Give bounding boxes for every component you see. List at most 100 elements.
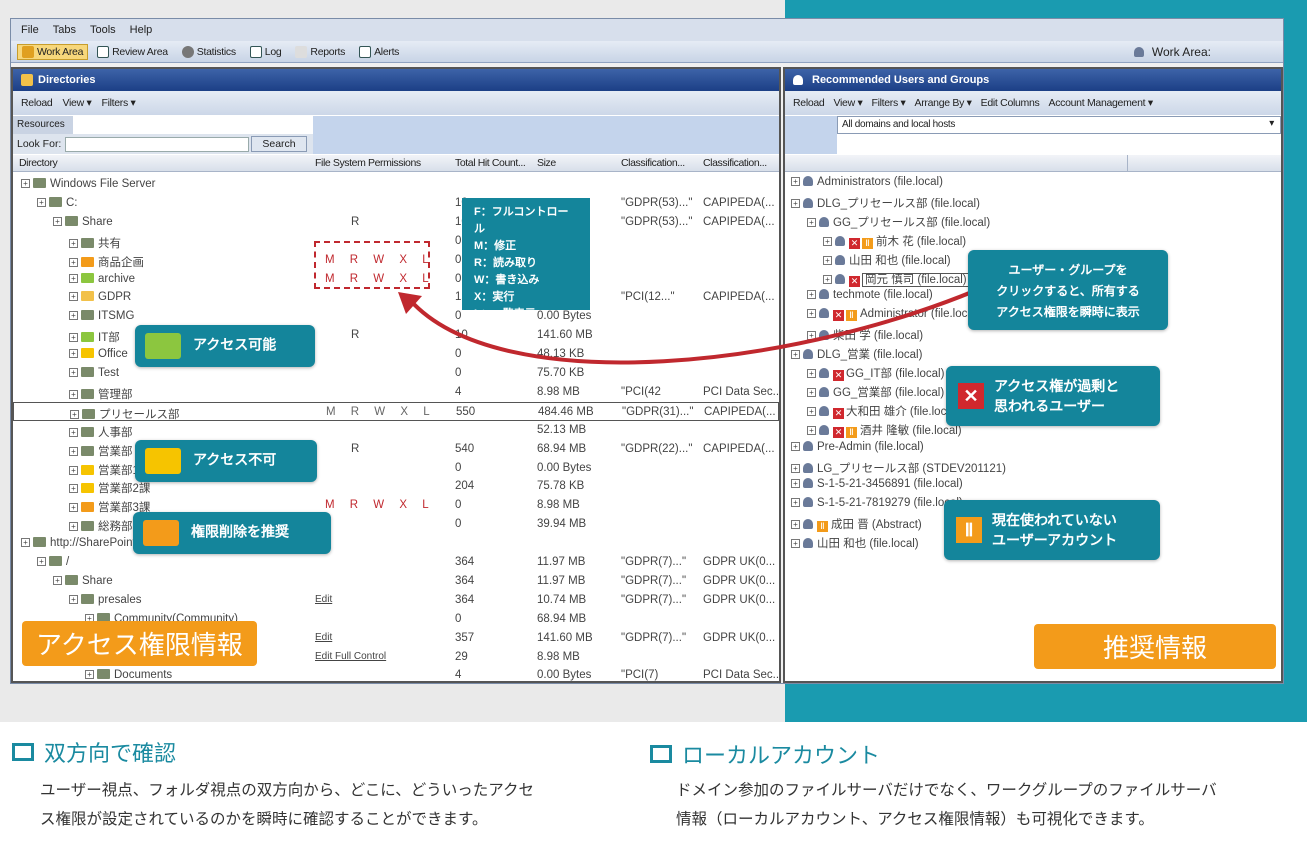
expand-icon[interactable]: +: [69, 522, 78, 532]
user-row[interactable]: + ✕ Ⅱ 前木 花 (file.local): [785, 230, 1281, 249]
directory-row[interactable]: + 総務部 0 39.94 MB: [13, 515, 779, 534]
expand-icon[interactable]: +: [69, 333, 78, 343]
reports-tab[interactable]: Reports: [290, 44, 350, 60]
edit-columns-button[interactable]: Edit Columns: [981, 97, 1040, 109]
directory-row[interactable]: +C:10"GDPR(53)..."CAPIPEDA(...: [13, 194, 779, 213]
expand-icon[interactable]: +: [37, 557, 46, 566]
expand-icon[interactable]: +: [69, 257, 78, 267]
column-header[interactable]: Size: [537, 157, 556, 169]
user-label: S-1-5-21-7819279 (file.local): [817, 497, 963, 510]
menu-file[interactable]: File: [21, 24, 39, 36]
cell-size: 39.94 MB: [537, 518, 587, 531]
expand-icon[interactable]: +: [791, 463, 800, 473]
heading-local-account: ローカルアカウント: [650, 738, 880, 770]
menu-tools[interactable]: Tools: [90, 24, 116, 36]
directory-row[interactable]: +/364 11.97 MB "GDPR(7)..." GDPR UK(0...: [13, 553, 779, 572]
user-label: 山田 和也 (file.local): [849, 254, 951, 267]
cell-c1: "GDPR(53)...": [621, 215, 693, 228]
directory-row[interactable]: + 営業部1課 0 0.00 Bytes: [13, 459, 779, 478]
expand-icon[interactable]: +: [53, 575, 62, 585]
lookfor-input[interactable]: [65, 136, 250, 152]
account-management-button[interactable]: Account Management ▾: [1049, 97, 1154, 109]
column-header[interactable]: File System Permissions: [315, 157, 421, 169]
expand-icon[interactable]: +: [69, 594, 78, 604]
expand-icon[interactable]: +: [807, 217, 816, 227]
directory-row[interactable]: + 人事部 52.13 MB: [13, 421, 779, 440]
directory-row[interactable]: + Documents 4 0.00 Bytes "PCI(7) PCI Data Sec…: [13, 666, 779, 681]
filters-button[interactable]: Filters ▾: [101, 97, 135, 109]
statistics-tab[interactable]: Statistics: [177, 44, 241, 60]
view-button[interactable]: View ▾: [833, 97, 862, 109]
directory-row[interactable]: + http://SharePoint: [13, 534, 779, 553]
expand-icon[interactable]: +: [791, 498, 800, 508]
expand-icon[interactable]: +: [69, 484, 78, 494]
directory-row[interactable]: + 営業部 R 540 68.94 MB "GDPR(22)..." CAPIPEDA(..…: [13, 440, 779, 459]
expand-icon[interactable]: +: [69, 273, 78, 283]
column-header[interactable]: Total Hit Count...: [455, 157, 526, 169]
column-header[interactable]: Classification...: [703, 157, 767, 169]
expand-icon[interactable]: +: [69, 349, 78, 359]
expand-icon[interactable]: +: [69, 311, 78, 321]
expand-icon[interactable]: +: [69, 292, 78, 302]
user-row[interactable]: + LG_プリセールス部 (STDEV201121): [785, 457, 1281, 476]
expand-icon[interactable]: +: [37, 197, 46, 207]
expand-icon[interactable]: +: [69, 427, 78, 437]
user-row[interactable]: + S-1-5-21-3456891 (file.local): [785, 475, 1281, 494]
expand-icon[interactable]: +: [85, 670, 94, 680]
arrange-by-button[interactable]: Arrange By ▾: [915, 97, 972, 109]
column-header[interactable]: Classification...: [621, 157, 685, 169]
expand-icon[interactable]: +: [791, 539, 800, 549]
expand-icon[interactable]: +: [21, 538, 30, 548]
expand-icon[interactable]: +: [69, 389, 78, 399]
view-button[interactable]: View ▾: [62, 97, 91, 109]
directory-name: + C:: [37, 196, 78, 209]
heading-text: ローカルアカウント: [682, 743, 881, 768]
excess-x-icon: ✕: [849, 237, 860, 249]
directory-row[interactable]: +ShareR10"GDPR(53)..."CAPIPEDA(...: [13, 213, 779, 232]
reload-button[interactable]: Reload: [793, 97, 825, 109]
user-row[interactable]: + Pre-Admin (file.local): [785, 438, 1281, 457]
expand-icon[interactable]: +: [823, 255, 832, 265]
expand-icon[interactable]: +: [791, 479, 800, 489]
user-row[interactable]: + Administrators (file.local): [785, 173, 1281, 192]
expand-icon[interactable]: +: [69, 446, 78, 456]
expand-icon[interactable]: +: [69, 368, 78, 377]
directory-row[interactable]: + プリセールス部 M R W X L 550 484.46 MB "GDPR(31)..…: [13, 401, 779, 421]
directory-row[interactable]: + 営業部2課 204 75.78 KB: [13, 477, 779, 496]
filters-button[interactable]: Filters ▾: [871, 97, 905, 109]
directory-label: 営業部: [98, 445, 133, 458]
directory-row[interactable]: + 営業部3課 M R W X L 0 8.98 MB: [13, 496, 779, 515]
domain-select[interactable]: All domains and local hosts ▾: [837, 116, 1281, 134]
expand-icon[interactable]: +: [69, 503, 78, 513]
unused-pause-icon: Ⅱ: [862, 237, 873, 249]
expand-icon[interactable]: +: [823, 236, 832, 246]
panel-title: Recommended Users and Groups: [812, 74, 990, 86]
work-area-tab[interactable]: Work Area: [17, 43, 89, 60]
menu-help[interactable]: Help: [130, 24, 153, 36]
reload-button[interactable]: Reload: [21, 97, 53, 109]
expand-icon[interactable]: +: [791, 520, 800, 530]
resources-tab[interactable]: Resources: [13, 116, 73, 134]
expand-icon[interactable]: +: [791, 441, 800, 451]
expand-icon[interactable]: +: [70, 409, 79, 419]
expand-icon[interactable]: +: [21, 179, 30, 188]
search-button[interactable]: Search: [251, 136, 307, 152]
column-header[interactable]: Directory: [19, 157, 58, 169]
review-area-tab[interactable]: Review Area: [92, 44, 173, 60]
expand-icon[interactable]: +: [791, 177, 800, 186]
directory-row[interactable]: + presales Edit 364 10.74 MB "GDPR(7)..." GDPR…: [13, 591, 779, 610]
expand-icon[interactable]: +: [69, 465, 78, 475]
alerts-tab[interactable]: Alerts: [354, 44, 404, 60]
log-tab[interactable]: Log: [245, 44, 287, 60]
expand-icon[interactable]: +: [807, 406, 816, 416]
menu-tabs[interactable]: Tabs: [53, 24, 76, 36]
expand-icon[interactable]: +: [791, 198, 800, 208]
expand-icon[interactable]: +: [53, 216, 62, 226]
excess-x-icon: ✕: [833, 407, 844, 419]
directory-row[interactable]: + Share 364 11.97 MB "GDPR(7)..." GDPR UK(0..…: [13, 572, 779, 591]
directory-row[interactable]: + Windows File Server: [13, 175, 779, 194]
user-row[interactable]: + GG_プリセールス部 (file.local): [785, 211, 1281, 230]
expand-icon[interactable]: +: [807, 425, 816, 435]
expand-icon[interactable]: +: [69, 238, 78, 248]
user-row[interactable]: + DLG_プリセールス部 (file.local): [785, 192, 1281, 211]
